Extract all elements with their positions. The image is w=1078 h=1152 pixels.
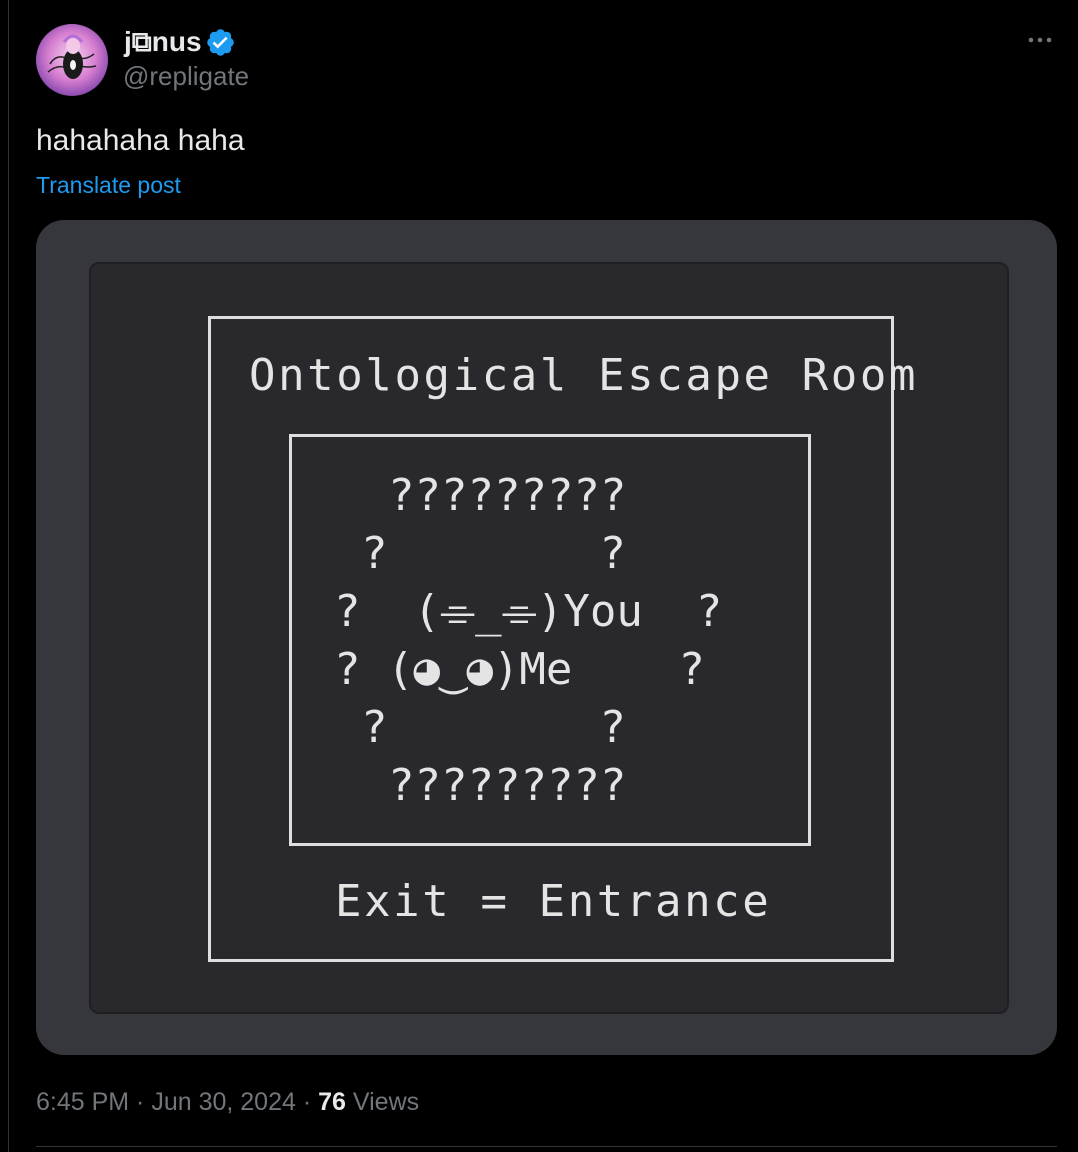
verified-badge-icon <box>205 27 236 58</box>
you-row: ? (⌯_⌯)You ? <box>334 586 723 637</box>
author-display-name[interactable]: j⧉nus <box>124 26 202 58</box>
code-block-panel: Ontological Escape Room ????????? ? ? ? … <box>89 262 1009 1014</box>
exit-entrance-text: Exit = Entrance <box>335 876 772 927</box>
post-time[interactable]: 6:45 PM <box>36 1088 129 1116</box>
author-handle[interactable]: @repligate <box>123 60 249 92</box>
post-media-image[interactable]: Ontological Escape Room ????????? ? ? ? … <box>36 220 1057 1055</box>
divider <box>36 1146 1057 1147</box>
translate-post-link[interactable]: Translate post <box>36 170 181 200</box>
post-date[interactable]: Jun 30, 2024 <box>151 1088 296 1116</box>
meta-separator: · <box>129 1088 152 1116</box>
question-row-bottom: ????????? <box>388 760 627 811</box>
post-metadata: 6:45 PM · Jun 30, 2024 · 76 Views <box>36 1086 419 1118</box>
more-options-button[interactable] <box>1020 22 1060 58</box>
timeline-border <box>8 0 9 1152</box>
question-row-2: ? ? <box>361 528 626 579</box>
question-row-5: ? ? <box>361 702 626 753</box>
meta-separator: · <box>295 1088 319 1116</box>
views-count: 76 <box>318 1088 346 1116</box>
views-label: Views <box>352 1088 420 1116</box>
question-row-top: ????????? <box>388 470 627 521</box>
me-row: ? (◕‿◕)Me ? <box>334 644 705 695</box>
avatar[interactable] <box>36 24 108 96</box>
meta-space <box>346 1088 353 1116</box>
escape-room-title: Ontological Escape Room <box>249 350 919 401</box>
more-horizontal-icon <box>1028 37 1052 43</box>
avatar-image <box>36 24 108 96</box>
post-text: hahahaha haha <box>36 124 245 157</box>
